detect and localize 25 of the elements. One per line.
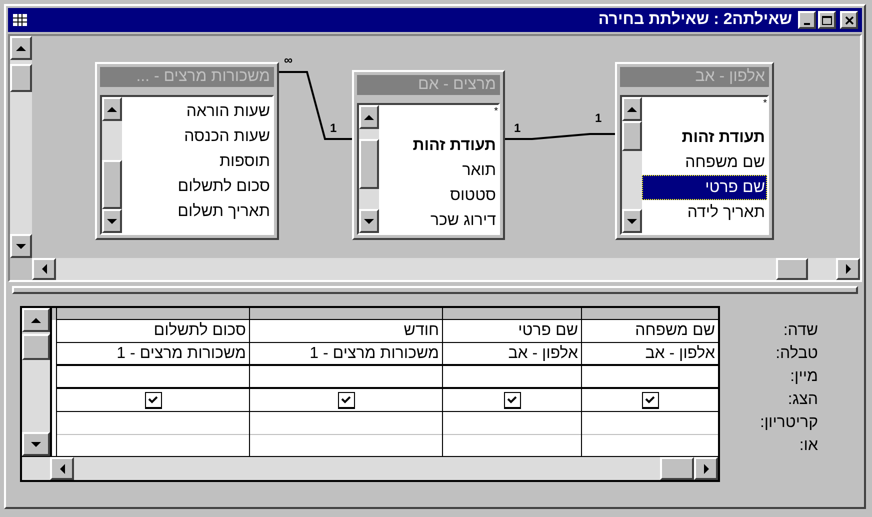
field-cell[interactable]: שם פרטי bbox=[443, 320, 581, 343]
relationship-label: ∞ bbox=[284, 54, 293, 66]
row-label: שדה: bbox=[782, 321, 818, 341]
relationship-label: 1 bbox=[330, 122, 337, 134]
field-cell[interactable]: חודש bbox=[250, 320, 442, 343]
field-list-item[interactable]: שם פרטי bbox=[642, 175, 767, 200]
field-list-window[interactable]: מרצים - אם * תעודת זהות תואר סטטוס דירוג שכר bbox=[352, 70, 505, 240]
all-fields-marker[interactable]: * bbox=[763, 99, 767, 109]
table-cell[interactable]: אלפון - אב bbox=[443, 343, 581, 366]
field-cell[interactable]: שם משפחה bbox=[582, 320, 718, 343]
row-label: מיין: bbox=[789, 367, 818, 387]
table-cell[interactable]: משכורות מרצים - 1 bbox=[250, 343, 442, 366]
all-fields-marker[interactable]: * bbox=[494, 107, 498, 117]
row-label: או: bbox=[798, 436, 818, 456]
table-cell[interactable]: משכורות מרצים - 1 bbox=[57, 343, 249, 366]
row-label: טבלה: bbox=[774, 344, 818, 364]
relationship-label: 1 bbox=[514, 122, 521, 134]
table-cell[interactable]: אלפון - אב bbox=[582, 343, 718, 366]
window-title: שאילתה2 : שאילתת בחירה bbox=[598, 10, 792, 30]
field-list-window[interactable]: משכורות מרצים - ... שעות הוראה שעות הכנסה תוספות סכום לתשלום תאריך תשלום bbox=[95, 62, 279, 240]
field-list-window[interactable]: אלפון - אב * תעודת זהות שם משפחה שם פרטי תאריך לידה bbox=[615, 62, 774, 240]
relationship-label: 1 bbox=[595, 112, 602, 124]
row-label: הצג: bbox=[786, 390, 818, 410]
field-cell[interactable]: סכום לתשלום bbox=[57, 320, 249, 343]
row-label: קריטריון: bbox=[758, 413, 818, 433]
